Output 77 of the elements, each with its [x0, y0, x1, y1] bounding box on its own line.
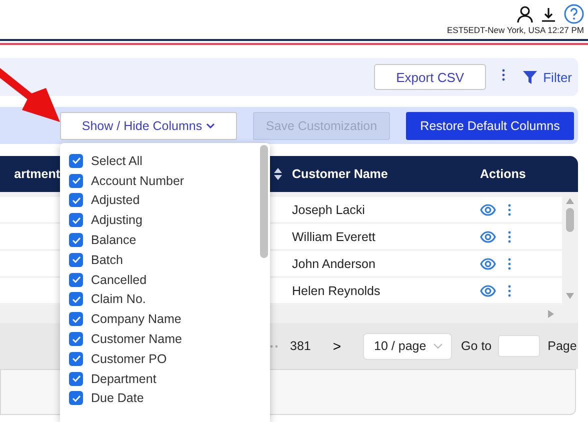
check-icon [72, 355, 80, 362]
vertical-scrollbar[interactable] [562, 192, 578, 305]
user-icon[interactable] [517, 6, 533, 22]
view-icon[interactable] [480, 204, 496, 216]
chevron-icon [433, 343, 444, 349]
table-cell: Joseph Lacki [292, 202, 365, 216]
more-icon[interactable] [508, 284, 511, 296]
timezone-clock: EST5EDT-New York, USA 12:27 PM [446, 25, 584, 35]
column-header: Actions [480, 167, 526, 181]
goto-page-field[interactable] [498, 335, 540, 357]
next-page-button[interactable]: > [328, 338, 346, 354]
checkbox[interactable] [69, 292, 83, 306]
check-icon [72, 236, 80, 244]
column-option[interactable]: Batch [91, 252, 123, 267]
column-option[interactable]: Customer Name [91, 332, 182, 346]
column-option[interactable]: Department [91, 372, 156, 386]
column-option[interactable]: Select All [91, 154, 142, 168]
checkbox[interactable] [69, 312, 83, 326]
column-header: Customer Name [292, 167, 388, 181]
check-icon [72, 256, 80, 264]
column-header: artment [14, 167, 60, 181]
check-icon [72, 196, 80, 204]
checkbox[interactable] [69, 193, 83, 208]
check-icon [72, 336, 80, 343]
page-label: Page [548, 339, 577, 353]
more-icon[interactable] [508, 204, 511, 216]
column-option[interactable]: Adjusted [91, 193, 140, 208]
column-option[interactable]: Company Name [91, 312, 182, 326]
table-cell: John Anderson [292, 256, 376, 270]
column-option[interactable]: Adjusting [91, 213, 142, 228]
column-option[interactable]: Due Date [91, 391, 144, 406]
restore-columns-button[interactable]: Restore Default Columns [406, 112, 574, 140]
checkbox[interactable] [69, 252, 83, 267]
column-option[interactable]: Customer PO [91, 352, 167, 366]
checkbox[interactable] [69, 352, 83, 366]
check-icon [72, 157, 80, 164]
checkbox[interactable] [69, 272, 83, 287]
check-icon [72, 316, 80, 323]
column-option[interactable]: Cancelled [91, 272, 147, 287]
checkbox[interactable] [69, 233, 83, 248]
arrow-drawing [0, 66, 62, 124]
check-icon [72, 216, 80, 224]
column-option[interactable]: Balance [91, 233, 136, 248]
menu-scrollbar[interactable] [260, 145, 268, 258]
scroll-thumb[interactable] [566, 208, 574, 232]
goto-label: Go to [461, 339, 492, 353]
checkbox[interactable] [69, 372, 83, 386]
check-icon [72, 177, 80, 184]
page-size-select[interactable]: 10 / page [363, 332, 452, 360]
more-icon[interactable] [508, 258, 511, 270]
table-cell: William Everett [292, 230, 376, 244]
page-number[interactable]: 381 [290, 339, 311, 353]
view-icon[interactable] [480, 284, 496, 296]
checkbox[interactable] [69, 332, 83, 346]
export-csv-button[interactable]: Export CSV [374, 64, 486, 90]
check-icon [72, 375, 80, 382]
table-cell: Helen Reynolds [292, 284, 380, 298]
check-icon [72, 276, 80, 284]
download-icon[interactable] [541, 6, 556, 22]
checkbox[interactable] [69, 174, 83, 188]
checkbox[interactable] [69, 213, 83, 228]
filter-icon [523, 70, 538, 84]
column-option[interactable]: Claim No. [91, 292, 146, 306]
sort-icon[interactable] [274, 168, 282, 180]
check-icon [72, 296, 80, 303]
checkbox[interactable] [69, 154, 83, 168]
more-icon[interactable] [502, 68, 506, 82]
view-icon[interactable] [480, 258, 496, 270]
column-option[interactable]: Account Number [91, 174, 184, 188]
caret-icon [206, 122, 216, 128]
columns-dropdown-button[interactable]: Show / Hide Columns [60, 112, 237, 140]
help-icon[interactable] [564, 4, 584, 24]
view-icon[interactable] [480, 230, 496, 242]
filter-button[interactable]: Filter [523, 70, 572, 84]
check-icon [72, 394, 80, 402]
checkbox[interactable] [69, 391, 83, 406]
more-icon[interactable] [508, 230, 511, 242]
